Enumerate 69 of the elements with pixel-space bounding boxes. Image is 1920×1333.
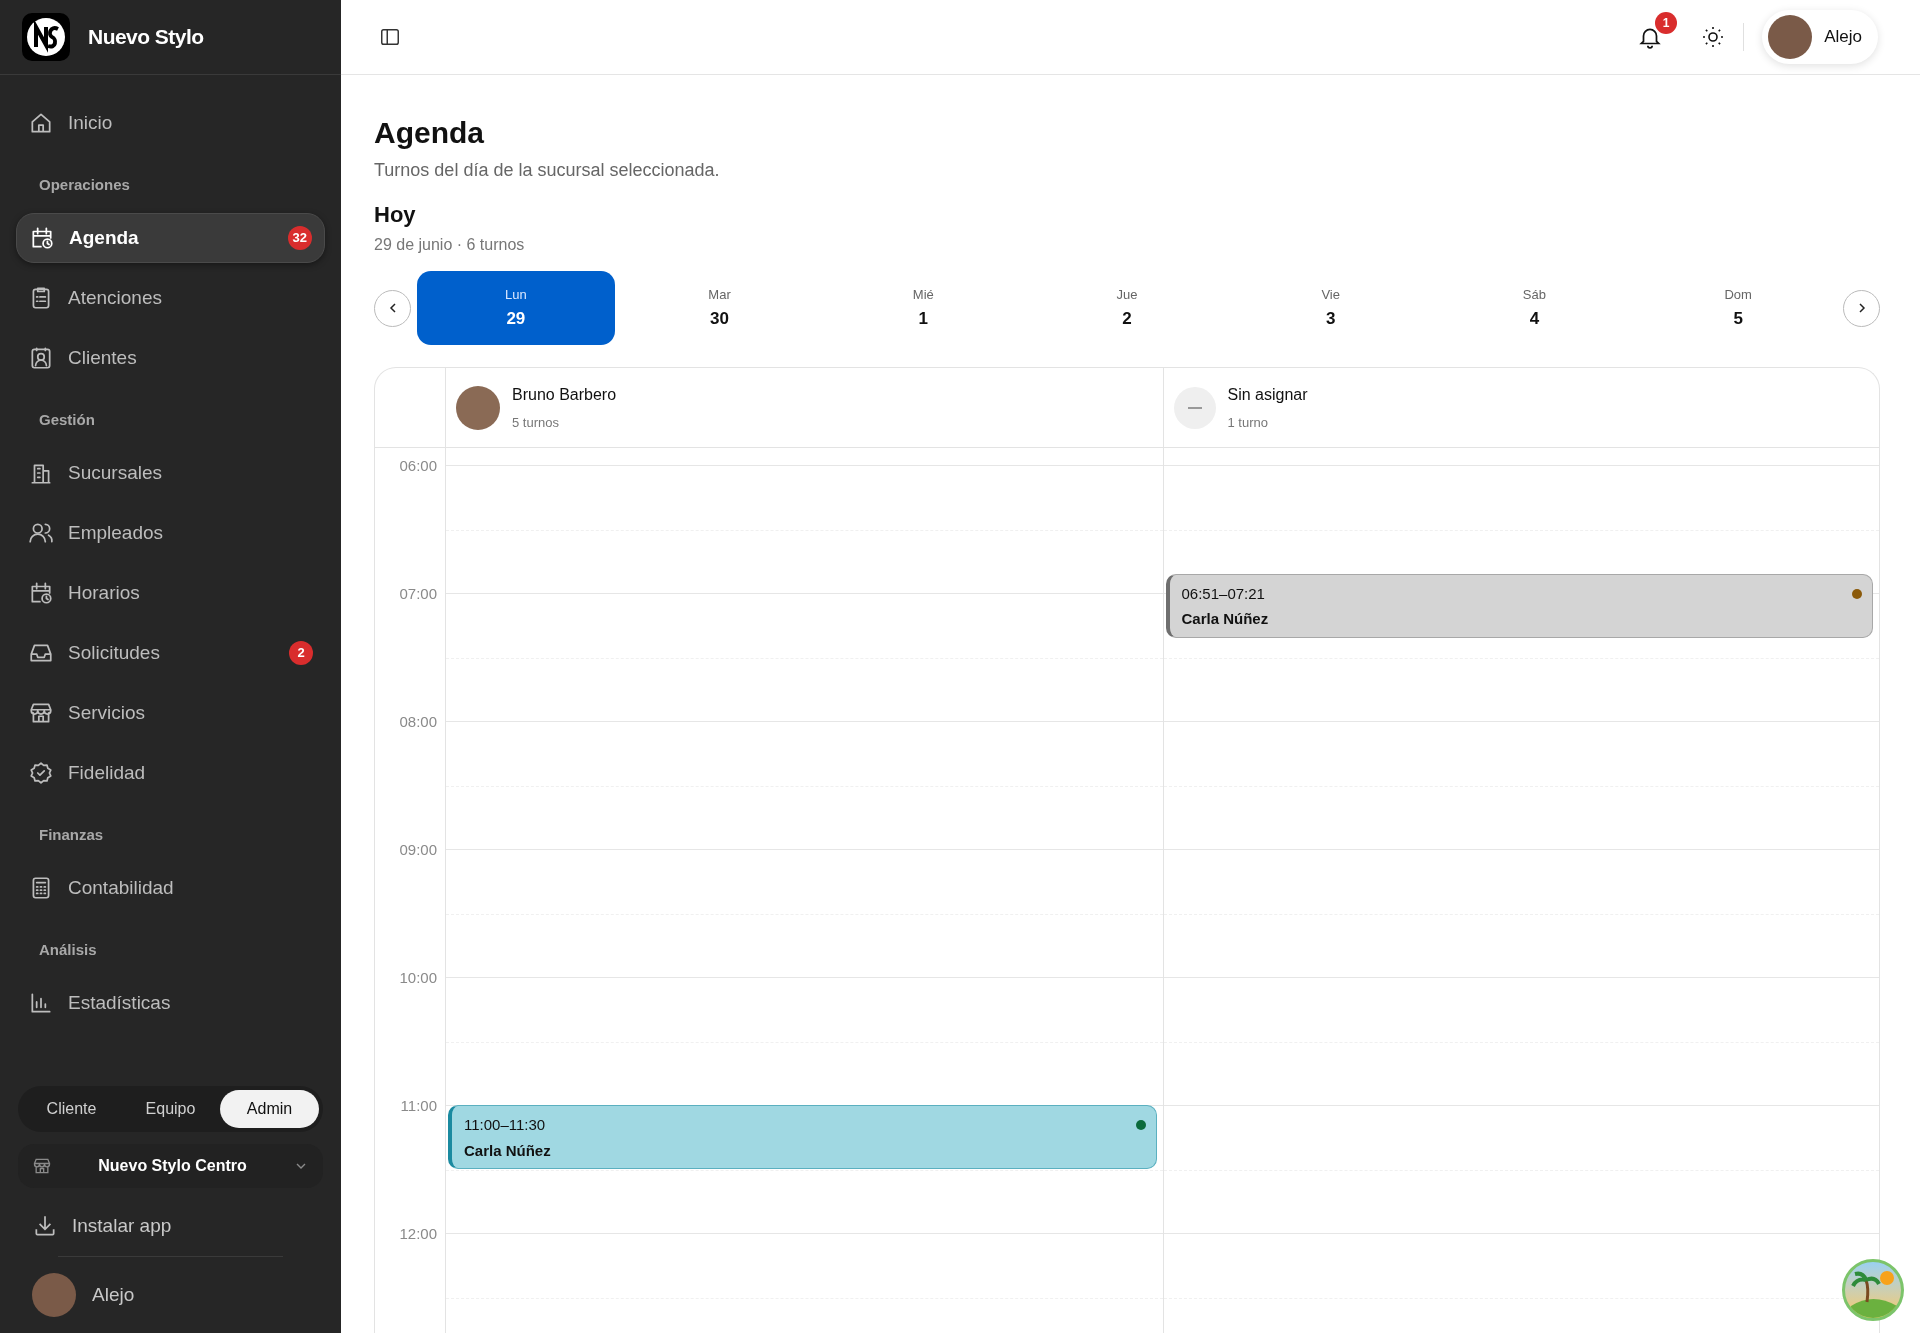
client-name: Carla Núñez [1181, 609, 1270, 630]
branch-select[interactable]: Nuevo Stylo Centro [18, 1144, 323, 1188]
day-tab[interactable]: Vie 3 [1231, 271, 1430, 345]
calendar-clock-icon [28, 580, 54, 606]
page-subtitle: Turnos del día de la sucursal seleccionada. [374, 159, 721, 182]
nav-item[interactable]: Horarios [16, 568, 325, 618]
day-tab[interactable]: Mié 1 [824, 271, 1023, 345]
nav-item[interactable]: Agenda 32 [16, 213, 325, 263]
avatar-placeholder [456, 385, 500, 430]
section-heading: Gestión [38, 409, 96, 430]
avatar-placeholder [32, 1273, 76, 1317]
nav-item[interactable]: Solicitudes 2 [16, 628, 325, 678]
dash-icon [1187, 406, 1202, 409]
section-heading: Finanzas [38, 824, 105, 845]
section-heading: Operaciones [38, 174, 131, 195]
store-icon [32, 1156, 52, 1176]
sidebar-toggle-icon[interactable] [379, 26, 401, 48]
contact-card-icon [28, 345, 54, 371]
count-badge: 32 [287, 226, 312, 250]
appointment-time: 11:00–11:30 [464, 1115, 547, 1135]
time-label: 07:00 [399, 584, 437, 604]
nav-item[interactable]: Empleados [16, 508, 325, 558]
badge-check-icon [28, 760, 54, 786]
nav-item[interactable]: Atenciones [16, 273, 325, 323]
time-label: 08:00 [399, 712, 437, 732]
time-label: 09:00 [399, 840, 437, 860]
appointment-card[interactable]: 11:00–11:30 Carla Núñez [448, 1105, 1157, 1169]
role-tab[interactable]: Admin [220, 1090, 319, 1128]
calendar-clock-icon [29, 225, 55, 251]
theme-toggle-icon[interactable] [1701, 25, 1726, 49]
column-name: Bruno Barbero [512, 384, 617, 405]
appointment-count: 1 turno [1227, 413, 1269, 432]
day-summary: 29 de junio · 6 turnos [374, 235, 526, 255]
section-heading: Análisis [38, 939, 98, 960]
appointment-card[interactable]: 06:51–07:21 Carla Núñez [1165, 573, 1873, 638]
time-label: 06:00 [399, 456, 437, 476]
day-tab[interactable]: Jue 2 [1028, 271, 1226, 345]
day-tab[interactable]: Dom 5 [1639, 271, 1837, 345]
role-tab[interactable]: Cliente [22, 1090, 121, 1128]
appointment-time: 06:51–07:21 [1181, 583, 1266, 604]
store-icon [28, 700, 54, 726]
user-name: Alejo [92, 1282, 135, 1307]
time-label: 10:00 [399, 968, 437, 988]
logo-icon [22, 13, 70, 61]
day-tab[interactable]: Sáb 4 [1435, 271, 1634, 345]
count-badge: 2 [289, 641, 313, 665]
nav-item[interactable]: Estadísticas [16, 978, 325, 1028]
nav-item[interactable]: Inicio [16, 98, 325, 148]
install-app-link[interactable]: Instalar app [18, 1206, 323, 1246]
download-icon [32, 1213, 58, 1239]
nav-item[interactable]: Contabilidad [16, 863, 325, 913]
avatar-placeholder [1768, 15, 1813, 59]
appointment-count: 5 turnos [512, 413, 560, 432]
user-menu-button[interactable]: Alejo [1762, 10, 1878, 64]
day-heading: Hoy [374, 201, 417, 229]
notification-badge: 1 [1655, 12, 1678, 34]
nav-item[interactable]: Fidelidad [16, 748, 325, 798]
time-label: 11:00 [400, 1096, 437, 1116]
page-title: Agenda [374, 115, 485, 151]
role-tab[interactable]: Equipo [121, 1090, 220, 1128]
nav-item[interactable]: Sucursales [16, 448, 325, 498]
nav-item[interactable]: Clientes [16, 333, 325, 383]
client-name: Carla Núñez [464, 1140, 552, 1161]
nav-item[interactable]: Servicios [16, 688, 325, 738]
day-tab[interactable]: Mar 30 [620, 271, 819, 345]
brand-name: Nuevo Stylo [88, 24, 204, 51]
time-label: 12:00 [399, 1224, 437, 1244]
day-tab[interactable]: Lun 29 [417, 271, 615, 345]
column-name: Sin asignar [1227, 384, 1308, 405]
